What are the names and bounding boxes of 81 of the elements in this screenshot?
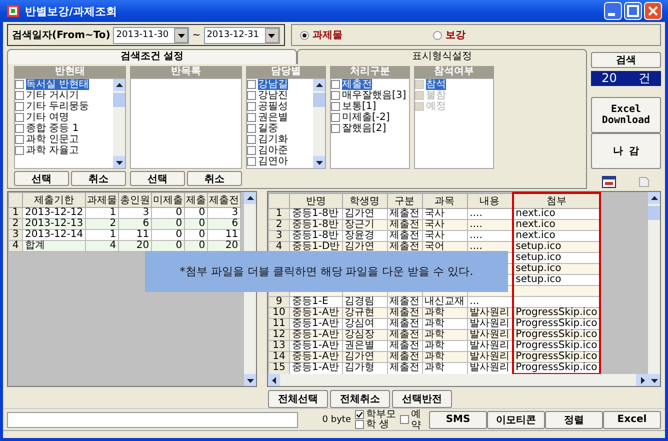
- table-cell: 11: [118, 230, 152, 240]
- table-cell: 중등1-8반: [290, 220, 342, 230]
- table-cell: 2013-12-12: [22, 208, 86, 218]
- table-cell: 과학: [422, 318, 468, 330]
- table-cell: 합계: [22, 240, 86, 252]
- row-number: 4: [8, 240, 22, 252]
- table-cell: 국사: [422, 220, 468, 230]
- table-cell: 11: [208, 230, 241, 240]
- table-cell: 중등1-A반: [290, 362, 342, 374]
- table-cell: 중등1-E: [290, 296, 342, 308]
- table-cell: 제출전: [387, 296, 422, 308]
- column-header: 제출기한: [22, 192, 86, 208]
- row-number: 2: [268, 220, 290, 230]
- table-cell: 강심여: [342, 318, 388, 330]
- table-cell: 중등1-A반: [290, 352, 342, 362]
- table-cell: 제출전: [387, 362, 422, 374]
- table-cell: 중등1-A반: [290, 318, 342, 330]
- window-title: 반별보강/과제조회: [25, 4, 118, 18]
- table-cell: 2013-12-14: [22, 230, 86, 240]
- row-number: 12: [268, 330, 290, 340]
- table-cell: 과학: [422, 352, 468, 362]
- table-cell: 김가형: [342, 362, 388, 374]
- table-cell: 중등1-8반: [290, 208, 342, 220]
- table-cell: 제출전: [387, 352, 422, 362]
- hint-tooltip: *첨부 파일을 더블 클릭하면 해당 파일을 다운 받을 수 있다.: [145, 251, 508, 292]
- row-number: 9: [268, 296, 290, 308]
- date-label: 검색일자(From~To): [12, 29, 110, 42]
- separator: ~: [192, 30, 201, 40]
- column-header: 과제물: [86, 192, 119, 208]
- table-cell: 내신교재: [422, 296, 468, 308]
- column-header: 미제출: [152, 192, 185, 208]
- table-cell: 중등1-A반: [290, 308, 342, 318]
- table-cell: 제출전: [387, 318, 422, 330]
- column-header: 제출: [184, 192, 208, 208]
- list-header: 처리구분: [330, 66, 410, 78]
- table-cell: 20: [208, 240, 241, 252]
- result-count: 20 건: [591, 71, 661, 86]
- row-number: 3: [268, 230, 290, 242]
- table-cell: 과학: [422, 330, 468, 340]
- list-header: 담당별: [246, 66, 326, 78]
- table-cell: 강심장: [342, 330, 388, 340]
- row-number: 14: [268, 352, 290, 362]
- column-header: 학생명: [342, 193, 388, 208]
- row-number: 3: [8, 230, 22, 240]
- table-cell: 20: [118, 240, 152, 252]
- table-cell: 제출전: [387, 208, 422, 220]
- column-header: 총인원: [118, 192, 152, 208]
- column-header: 첨부: [512, 193, 600, 208]
- byte-count: 0 byte: [322, 414, 351, 424]
- row-number: 13: [268, 340, 290, 352]
- table-cell: 제출전: [387, 308, 422, 318]
- table-cell: 제출전: [387, 340, 422, 352]
- table-cell: 강규현: [342, 308, 388, 318]
- table-cell: 권은별: [342, 340, 388, 352]
- table-cell: 제출전: [387, 230, 422, 242]
- table-cell: 중등1-A반: [290, 340, 342, 352]
- table-cell: 중등1-A반: [290, 330, 342, 340]
- column-header: 내용: [467, 193, 513, 208]
- list-header: 반목록: [130, 66, 242, 78]
- table-cell: 장윤경: [342, 230, 388, 242]
- column-header: 구분: [387, 193, 422, 208]
- table-cell: 중등1-8반: [290, 230, 342, 242]
- column-header: 제출전: [208, 192, 241, 208]
- column-header: 과목: [422, 193, 468, 208]
- table-cell: 2013-12-13: [22, 218, 86, 230]
- table-cell: 제출전: [387, 220, 422, 230]
- row-number: 1: [268, 208, 290, 220]
- row-number: 2: [8, 218, 22, 230]
- list-header: 참석여부: [414, 66, 494, 78]
- table-cell: 과학: [422, 340, 468, 352]
- table-cell: 제출전: [387, 330, 422, 340]
- table-cell: 국사: [422, 230, 468, 242]
- table-cell: 과학: [422, 362, 468, 374]
- row-number: 1: [8, 208, 22, 218]
- table-cell: 국사: [422, 208, 468, 220]
- row-number: 10: [268, 308, 290, 318]
- row-number: 15: [268, 362, 290, 374]
- table-cell: 과학: [422, 308, 468, 318]
- column-header: 반명: [290, 193, 342, 208]
- row-number: 11: [268, 318, 290, 330]
- list-header: 반현태: [14, 66, 126, 78]
